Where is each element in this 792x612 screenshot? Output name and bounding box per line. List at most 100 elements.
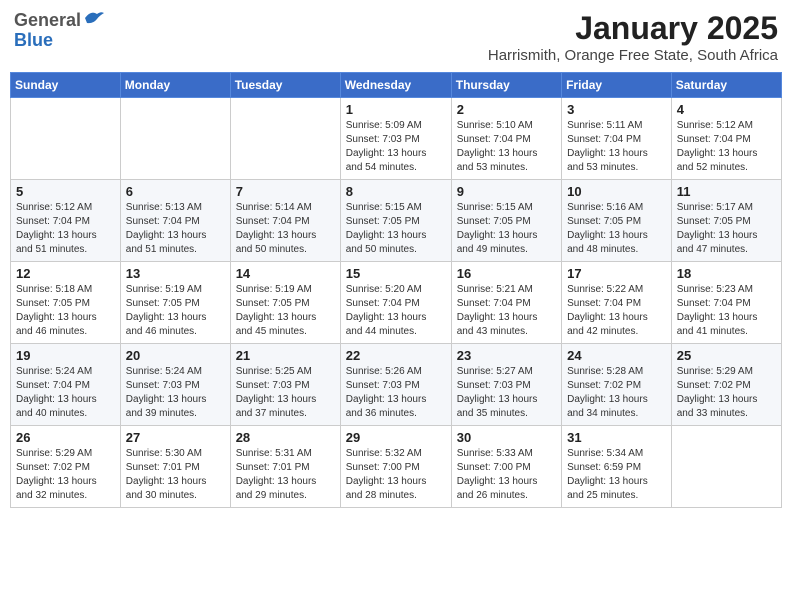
day-info: Sunrise: 5:34 AM Sunset: 6:59 PM Dayligh…	[567, 447, 666, 503]
day-number: 20	[126, 348, 225, 363]
calendar-cell: 30Sunrise: 5:33 AM Sunset: 7:00 PM Dayli…	[451, 426, 561, 508]
weekday-header-row: SundayMondayTuesdayWednesdayThursdayFrid…	[11, 73, 782, 98]
weekday-header-tuesday: Tuesday	[230, 73, 340, 98]
day-info: Sunrise: 5:18 AM Sunset: 7:05 PM Dayligh…	[16, 283, 115, 339]
day-info: Sunrise: 5:21 AM Sunset: 7:04 PM Dayligh…	[457, 283, 556, 339]
day-number: 4	[677, 102, 776, 117]
day-number: 31	[567, 430, 666, 445]
month-title: January 2025	[488, 10, 778, 47]
day-info: Sunrise: 5:10 AM Sunset: 7:04 PM Dayligh…	[457, 119, 556, 175]
calendar-cell	[230, 98, 340, 180]
day-info: Sunrise: 5:23 AM Sunset: 7:04 PM Dayligh…	[677, 283, 776, 339]
day-number: 16	[457, 266, 556, 281]
day-number: 22	[346, 348, 446, 363]
calendar-cell: 8 Sunrise: 5:15 AM Sunset: 7:05 PM Daylig…	[340, 180, 451, 262]
day-info: Sunrise: 5:25 AM Sunset: 7:03 PM Dayligh…	[236, 365, 335, 421]
day-number: 9	[457, 184, 556, 199]
day-number: 5	[16, 184, 115, 199]
weekday-header-saturday: Saturday	[671, 73, 781, 98]
day-info: Sunrise: 5:30 AM Sunset: 7:01 PM Dayligh…	[126, 447, 225, 503]
day-info: Sunrise: 5:19 AM Sunset: 7:05 PM Dayligh…	[126, 283, 225, 339]
calendar-cell: 12 Sunrise: 5:18 AM Sunset: 7:05 PM Dayli…	[11, 262, 121, 344]
weekday-header-wednesday: Wednesday	[340, 73, 451, 98]
day-number: 2	[457, 102, 556, 117]
day-number: 14	[236, 266, 335, 281]
day-number: 13	[126, 266, 225, 281]
day-number: 1	[346, 102, 446, 117]
calendar-cell: 29 Sunrise: 5:32 AM Sunset: 7:00 PM Dayli…	[340, 426, 451, 508]
day-number: 18	[677, 266, 776, 281]
day-info: Sunrise: 5:12 AM Sunset: 7:04 PM Dayligh…	[677, 119, 776, 175]
calendar-cell	[11, 98, 121, 180]
day-info: Sunrise: 5:12 AM Sunset: 7:04 PM Dayligh…	[16, 201, 115, 257]
day-info: Sunrise: 5:19 AM Sunset: 7:05 PM Dayligh…	[236, 283, 335, 339]
calendar-cell: 4 Sunrise: 5:12 AM Sunset: 7:04 PM Daylig…	[671, 98, 781, 180]
calendar-cell: 5 Sunrise: 5:12 AM Sunset: 7:04 PM Daylig…	[11, 180, 121, 262]
calendar-cell: 13 Sunrise: 5:19 AM Sunset: 7:05 PM Dayli…	[120, 262, 230, 344]
day-info: Sunrise: 5:33 AM Sunset: 7:00 PM Dayligh…	[457, 447, 556, 503]
calendar-cell: 27 Sunrise: 5:30 AM Sunset: 7:01 PM Dayli…	[120, 426, 230, 508]
day-number: 25	[677, 348, 776, 363]
calendar-cell: 19Sunrise: 5:24 AM Sunset: 7:04 PM Dayli…	[11, 344, 121, 426]
calendar-cell: 9 Sunrise: 5:15 AM Sunset: 7:05 PM Daylig…	[451, 180, 561, 262]
calendar-cell: 26 Sunrise: 5:29 AM Sunset: 7:02 PM Dayli…	[11, 426, 121, 508]
calendar-cell: 31 Sunrise: 5:34 AM Sunset: 6:59 PM Dayli…	[562, 426, 672, 508]
calendar-cell: 2 Sunrise: 5:10 AM Sunset: 7:04 PM Daylig…	[451, 98, 561, 180]
day-number: 8	[346, 184, 446, 199]
day-number: 29	[346, 430, 446, 445]
day-number: 26	[16, 430, 115, 445]
weekday-header-friday: Friday	[562, 73, 672, 98]
calendar-cell: 22 Sunrise: 5:26 AM Sunset: 7:03 PM Dayli…	[340, 344, 451, 426]
calendar-cell: 10 Sunrise: 5:16 AM Sunset: 7:05 PM Dayli…	[562, 180, 672, 262]
day-info: Sunrise: 5:15 AM Sunset: 7:05 PM Dayligh…	[457, 201, 556, 257]
calendar-cell: 16 Sunrise: 5:21 AM Sunset: 7:04 PM Dayli…	[451, 262, 561, 344]
day-info: Sunrise: 5:22 AM Sunset: 7:04 PM Dayligh…	[567, 283, 666, 339]
day-info: Sunrise: 5:11 AM Sunset: 7:04 PM Dayligh…	[567, 119, 666, 175]
calendar-cell: 11 Sunrise: 5:17 AM Sunset: 7:05 PM Dayli…	[671, 180, 781, 262]
calendar-week-row: 26 Sunrise: 5:29 AM Sunset: 7:02 PM Dayli…	[11, 426, 782, 508]
logo: General Blue	[14, 10, 105, 51]
day-info: Sunrise: 5:29 AM Sunset: 7:02 PM Dayligh…	[16, 447, 115, 503]
calendar-cell: 25 Sunrise: 5:29 AM Sunset: 7:02 PM Dayli…	[671, 344, 781, 426]
calendar-cell	[671, 426, 781, 508]
day-info: Sunrise: 5:09 AM Sunset: 7:03 PM Dayligh…	[346, 119, 446, 175]
logo-general: General	[14, 11, 81, 31]
day-number: 24	[567, 348, 666, 363]
day-number: 11	[677, 184, 776, 199]
calendar-cell: 17Sunrise: 5:22 AM Sunset: 7:04 PM Dayli…	[562, 262, 672, 344]
title-block: January 2025 Harrismith, Orange Free Sta…	[488, 10, 778, 64]
calendar-cell: 18 Sunrise: 5:23 AM Sunset: 7:04 PM Dayli…	[671, 262, 781, 344]
day-info: Sunrise: 5:17 AM Sunset: 7:05 PM Dayligh…	[677, 201, 776, 257]
calendar-cell: 15 Sunrise: 5:20 AM Sunset: 7:04 PM Dayli…	[340, 262, 451, 344]
calendar-week-row: 1 Sunrise: 5:09 AM Sunset: 7:03 PM Daylig…	[11, 98, 782, 180]
day-number: 28	[236, 430, 335, 445]
day-number: 3	[567, 102, 666, 117]
day-info: Sunrise: 5:26 AM Sunset: 7:03 PM Dayligh…	[346, 365, 446, 421]
weekday-header-monday: Monday	[120, 73, 230, 98]
day-info: Sunrise: 5:24 AM Sunset: 7:04 PM Dayligh…	[16, 365, 115, 421]
page-header: General Blue January 2025 Harrismith, Or…	[10, 10, 782, 64]
day-number: 12	[16, 266, 115, 281]
day-info: Sunrise: 5:27 AM Sunset: 7:03 PM Dayligh…	[457, 365, 556, 421]
day-info: Sunrise: 5:16 AM Sunset: 7:05 PM Dayligh…	[567, 201, 666, 257]
day-number: 15	[346, 266, 446, 281]
day-info: Sunrise: 5:29 AM Sunset: 7:02 PM Dayligh…	[677, 365, 776, 421]
calendar-cell: 7Sunrise: 5:14 AM Sunset: 7:04 PM Daylig…	[230, 180, 340, 262]
day-info: Sunrise: 5:32 AM Sunset: 7:00 PM Dayligh…	[346, 447, 446, 503]
day-info: Sunrise: 5:15 AM Sunset: 7:05 PM Dayligh…	[346, 201, 446, 257]
day-info: Sunrise: 5:24 AM Sunset: 7:03 PM Dayligh…	[126, 365, 225, 421]
calendar-cell: 3 Sunrise: 5:11 AM Sunset: 7:04 PM Daylig…	[562, 98, 672, 180]
day-number: 21	[236, 348, 335, 363]
calendar-cell	[120, 98, 230, 180]
calendar-cell: 21 Sunrise: 5:25 AM Sunset: 7:03 PM Dayli…	[230, 344, 340, 426]
day-number: 10	[567, 184, 666, 199]
calendar-cell: 1 Sunrise: 5:09 AM Sunset: 7:03 PM Daylig…	[340, 98, 451, 180]
day-info: Sunrise: 5:28 AM Sunset: 7:02 PM Dayligh…	[567, 365, 666, 421]
day-number: 27	[126, 430, 225, 445]
day-number: 6	[126, 184, 225, 199]
calendar-cell: 20 Sunrise: 5:24 AM Sunset: 7:03 PM Dayli…	[120, 344, 230, 426]
logo-blue: Blue	[14, 31, 53, 51]
calendar-cell: 24 Sunrise: 5:28 AM Sunset: 7:02 PM Dayli…	[562, 344, 672, 426]
calendar-cell: 28Sunrise: 5:31 AM Sunset: 7:01 PM Dayli…	[230, 426, 340, 508]
day-info: Sunrise: 5:20 AM Sunset: 7:04 PM Dayligh…	[346, 283, 446, 339]
